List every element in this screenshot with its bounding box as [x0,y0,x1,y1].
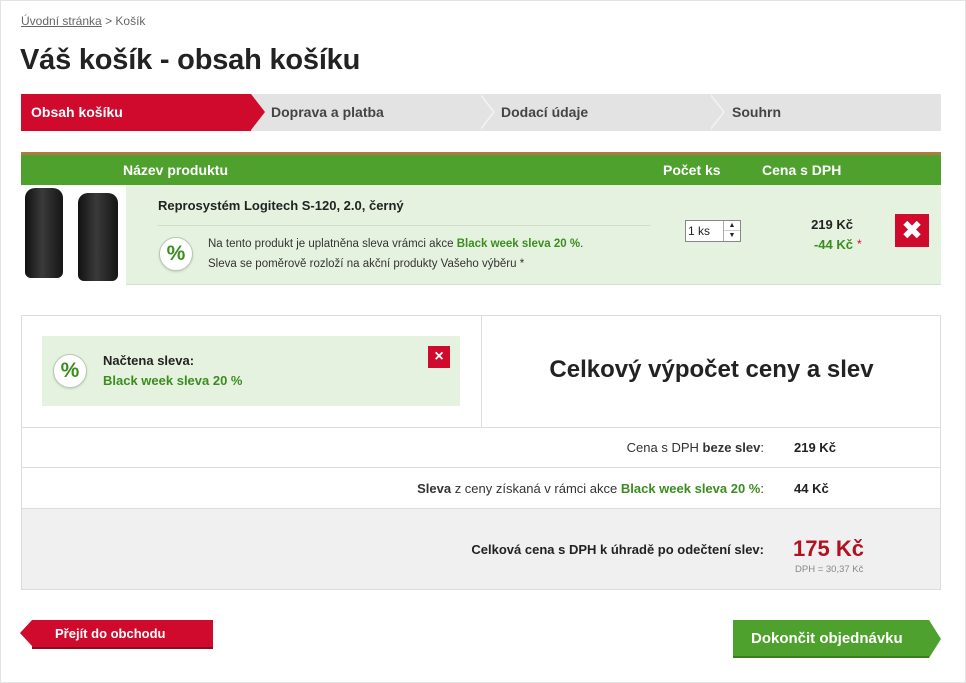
column-header-price: Cena s DPH [762,162,842,178]
remove-item-button[interactable]: ✖ [895,214,929,247]
promo-name: Black week sleva 20 % [620,481,761,496]
item-price: 219 Kč [811,217,853,232]
step-summary[interactable]: Souhrn [732,94,932,131]
promo-name: Black week sleva 20 % [456,238,581,250]
discount-row-label: Sleva z ceny získaná v rámci akce Black … [417,481,764,496]
label-emphasis: beze slev [702,440,761,455]
product-discount-note-2: Sleva se poměrově rozloží na akční produ… [208,258,525,270]
step-delivery-details[interactable]: Dodací údaje [501,94,701,131]
summary-title: Celkový výpočet ceny a slev [549,356,874,383]
finish-order-button[interactable]: Dokončit objednávku [733,620,941,658]
spin-down-icon[interactable]: ▼ [724,231,740,241]
note-text: Na tento produkt je uplatněna sleva vrám… [208,238,454,250]
percent-icon: % [159,237,193,271]
discount-title: Načtena sleva: [103,353,195,368]
label-text: z ceny získaná v rámci akce [454,481,618,496]
breadcrumb: Úvodní stránka > Košík [21,14,145,28]
label-colon: : [760,440,764,455]
column-header-qty: Počet ks [663,162,721,178]
step-label: Obsah košíku [31,104,123,120]
item-discount: -44 Kč [813,237,853,252]
speaker-right-shape [78,193,118,281]
product-image[interactable] [21,185,126,285]
breadcrumb-separator: > [105,14,113,28]
divider [22,427,940,428]
step-shipping-payment[interactable]: Doprava a platba [271,94,471,131]
cart-table: Název produktu Počet ks Cena s DPH Repro… [21,152,941,285]
applied-discount-panel: % Načtena sleva: Black week sleva 20 % × [42,336,460,406]
subtotal-value: 219 Kč [794,440,836,455]
discount-footnote-mark: * [857,237,862,251]
step-cart-contents[interactable]: Obsah košíku [21,94,265,131]
subtotal-label: Cena s DPH beze slev: [627,440,764,455]
step-label: Doprava a platba [271,104,384,120]
product-name-link[interactable]: Reprosystém Logitech S-120, 2.0, černý [158,198,404,213]
discount-name: Black week sleva 20 % [103,373,243,388]
breadcrumb-home-link[interactable]: Úvodní stránka [21,14,102,28]
breadcrumb-current: Košík [115,14,146,28]
divider [158,225,650,226]
vat-note: DPH = 30,37 Kč [795,564,864,575]
divider [22,467,940,468]
column-header-product: Název produktu [123,162,229,178]
label-emphasis: Sleva [417,481,452,496]
step-label: Souhrn [732,104,781,120]
divider [22,508,940,509]
spin-up-icon[interactable]: ▲ [724,221,740,231]
cart-table-header: Název produktu Počet ks Cena s DPH [21,155,941,185]
note-suffix: . [580,238,584,250]
quantity-spinner: ▲ ▼ [723,221,740,241]
step-separator [479,93,495,130]
step-separator [709,93,725,130]
discount-value: 44 Kč [794,481,829,496]
speaker-left-shape [25,188,63,278]
continue-shopping-button[interactable]: Přejít do obchodu [20,620,213,649]
label-text: Cena s DPH [626,440,699,455]
total-label: Celková cena s DPH k úhradě po odečtení … [471,542,764,557]
quantity-value: 1 ks [688,224,711,238]
step-label: Dodací údaje [501,104,589,120]
page-title: Váš košík - obsah košíku [20,44,361,76]
remove-discount-button[interactable]: × [428,346,450,368]
percent-icon: % [53,354,87,388]
quantity-stepper[interactable]: 1 ks ▲ ▼ [685,220,741,242]
order-summary: % Načtena sleva: Black week sleva 20 % ×… [21,315,941,590]
label-colon: : [760,481,764,496]
checkout-steps: Obsah košíku Doprava a platba Dodací úda… [21,93,941,131]
total-value: 175 Kč [793,536,864,561]
table-row: Reprosystém Logitech S-120, 2.0, černý %… [21,185,941,285]
product-discount-note: Na tento produkt je uplatněna sleva vrám… [208,238,583,250]
